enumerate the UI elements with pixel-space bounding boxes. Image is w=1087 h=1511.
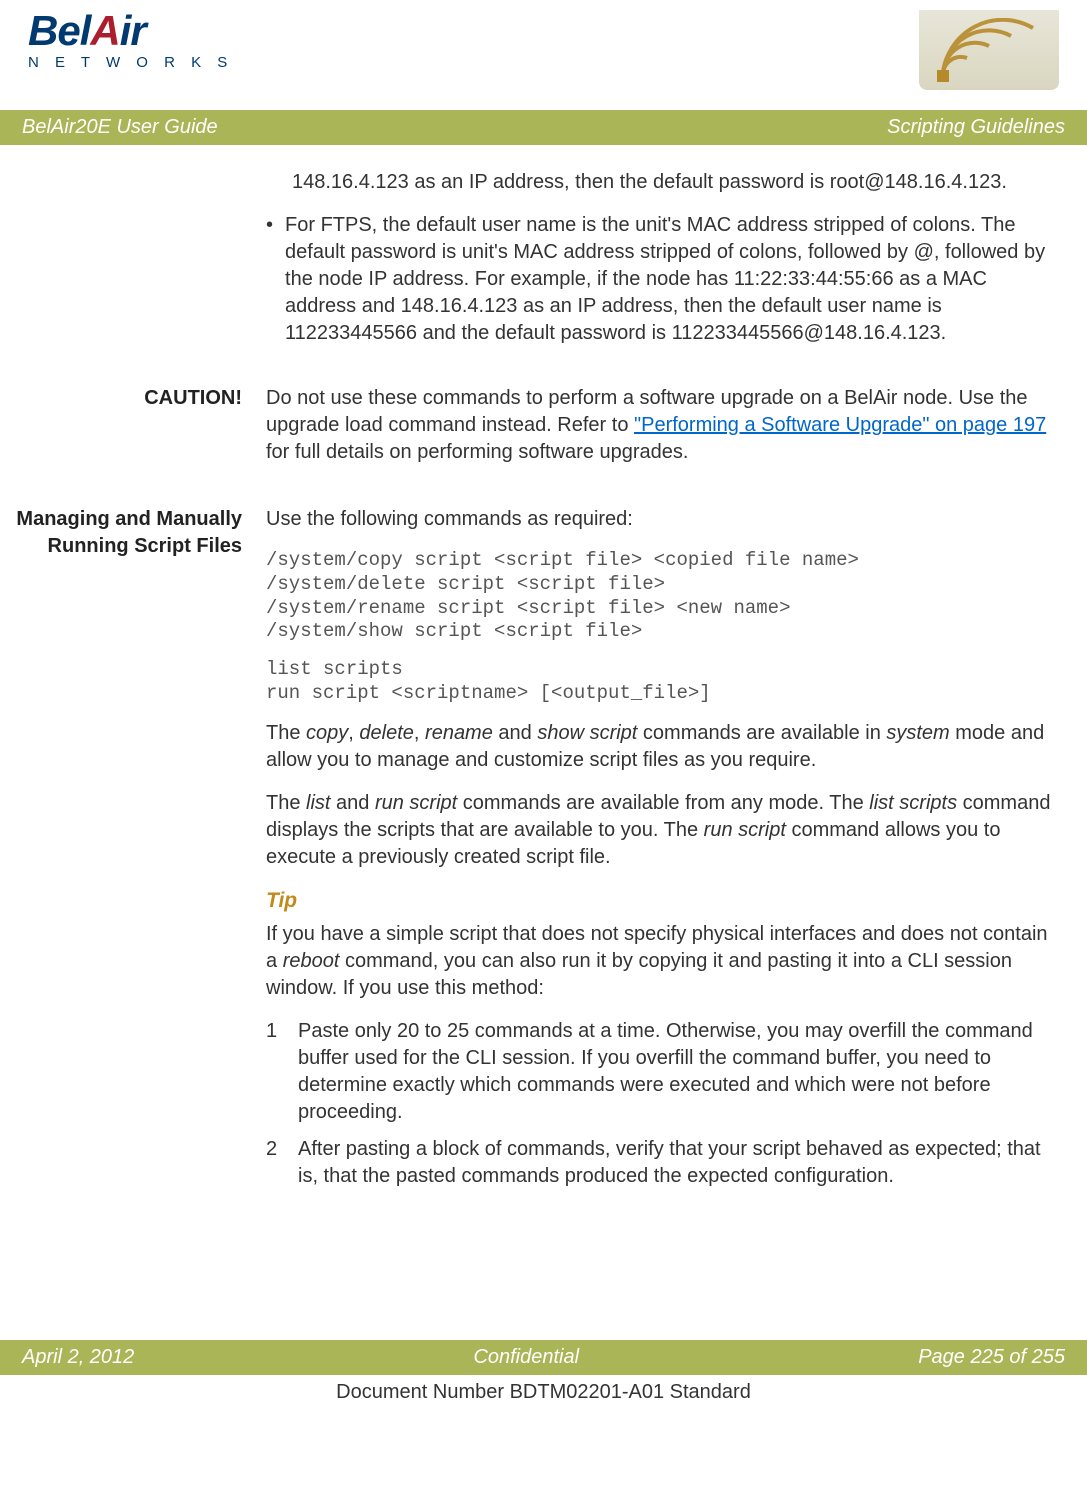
footer-date: April 2, 2012 <box>22 1346 134 1369</box>
para-list-commands: The list and run script commands are ava… <box>266 790 1051 871</box>
logo: BelAir N E T W O R K S <box>28 10 233 71</box>
tip-paragraph: If you have a simple script that does no… <box>266 921 1051 1002</box>
bullet-dot: • <box>266 212 273 347</box>
code-block-1: /system/copy script <script file> <copie… <box>266 549 1051 644</box>
guide-title: BelAir20E User Guide <box>22 116 218 139</box>
content: 148.16.4.123 as an IP address, then the … <box>0 145 1087 1260</box>
section-label: Managing and Manually Running Script Fil… <box>12 506 242 1200</box>
title-bar: BelAir20E User Guide Scripting Guideline… <box>0 110 1087 145</box>
logo-subtext: N E T W O R K S <box>28 54 233 71</box>
footer-confidential: Confidential <box>473 1346 579 1369</box>
step-1: 1 Paste only 20 to 25 commands at a time… <box>266 1018 1051 1126</box>
document-number: Document Number BDTM02201-A01 Standard <box>0 1375 1087 1408</box>
ftps-bullet: For FTPS, the default user name is the u… <box>285 212 1051 347</box>
caution-text: Do not use these commands to perform a s… <box>266 385 1051 482</box>
step-2: 2 After pasting a block of commands, ver… <box>266 1136 1051 1190</box>
intro-paragraph: 148.16.4.123 as an IP address, then the … <box>266 169 1051 196</box>
tip-heading: Tip <box>266 887 1051 915</box>
code-block-2: list scripts run script <scriptname> [<o… <box>266 658 1051 706</box>
wave-icon <box>919 10 1059 90</box>
footer-page: Page 225 of 255 <box>918 1346 1065 1369</box>
para-copy-commands: The copy, delete, rename and show script… <box>266 720 1051 774</box>
section-lead: Use the following commands as required: <box>266 506 1051 533</box>
caution-label: CAUTION! <box>12 385 242 482</box>
section-title: Scripting Guidelines <box>887 116 1065 139</box>
footer-bar: April 2, 2012 Confidential Page 225 of 2… <box>0 1340 1087 1375</box>
logo-wordmark: BelAir <box>28 10 233 52</box>
software-upgrade-link[interactable]: "Performing a Software Upgrade" on page … <box>634 414 1046 436</box>
header: BelAir N E T W O R K S <box>0 0 1087 90</box>
